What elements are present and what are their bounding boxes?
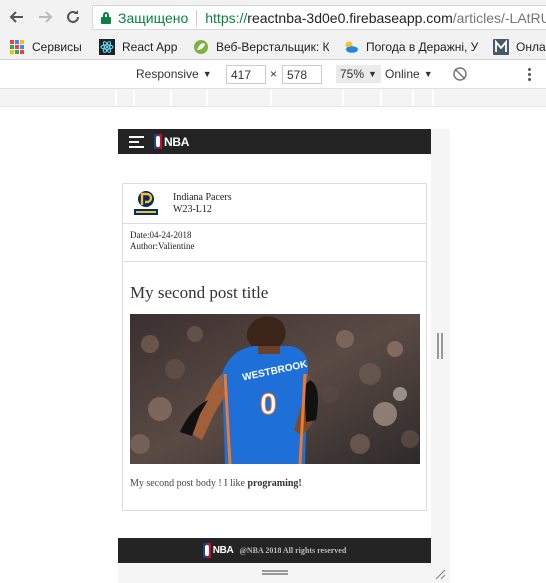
bookmark-react-app[interactable]: React App — [99, 38, 177, 56]
arrow-right-icon — [39, 11, 53, 23]
rotate-icon — [453, 67, 467, 81]
back-button[interactable] — [6, 6, 28, 28]
team-record: W23-L12 — [173, 204, 212, 215]
zoom-select[interactable]: 75% ▼ — [336, 65, 381, 83]
bookmark-weather[interactable]: Погода в Деражні, У — [343, 38, 478, 56]
viewport-height-input[interactable]: 578 — [282, 65, 322, 84]
bookmark-label: Онла — [516, 40, 546, 54]
jersey-number: 0 — [260, 388, 277, 421]
bookmark-label: React App — [122, 40, 178, 54]
resize-corner-icon[interactable] — [434, 568, 446, 580]
forward-button[interactable] — [34, 6, 56, 28]
article-meta: Date:04-24-2018 Author:Valientine — [130, 230, 195, 252]
browser-toolbar: Защищено https://reactnba-3d0e0.firebase… — [0, 0, 546, 34]
bookmark-label: Погода в Деражні, У — [366, 40, 479, 54]
more-options-icon[interactable] — [528, 68, 532, 82]
security-label: Защищено — [118, 9, 189, 26]
leaf-icon — [193, 39, 209, 55]
emulated-page: NBA Indiana Pacers W23-L12 Date:04-24-20… — [118, 129, 431, 563]
url-scheme: https:// — [205, 9, 248, 26]
player-photo: WESTBROOK 0 — [130, 314, 420, 464]
team-name: Indiana Pacers — [173, 192, 232, 203]
dimension-separator: × — [270, 67, 278, 81]
post-body: My second post body ! I like programing! — [130, 478, 302, 489]
device-label: Responsive — [136, 67, 199, 81]
bookmark-label: Веб-Верстальщик: К — [216, 40, 330, 54]
device-select[interactable]: Responsive ▼ — [136, 67, 212, 81]
device-toolbar: Responsive ▼ 417 × 578 75% ▼ Online ▼ — [0, 61, 546, 89]
post-body-text: My second post body ! I like — [130, 478, 248, 489]
nba-shield-icon — [202, 543, 211, 558]
article-date: Date:04-24-2018 — [130, 230, 192, 240]
post-image: WESTBROOK 0 — [130, 314, 420, 464]
bookmark-web-verstalshchik[interactable]: Веб-Верстальщик: К — [193, 38, 330, 56]
lock-icon — [101, 11, 111, 24]
resize-handle-bottom[interactable] — [262, 570, 288, 575]
viewport-width-input[interactable]: 417 — [226, 65, 266, 84]
footer-logo-text: NBA — [212, 545, 234, 556]
resize-handle-right[interactable] — [437, 333, 443, 359]
bookmarks-bar: Сервисы React App Веб-Верстальщик: К Пог… — [0, 34, 546, 60]
nba-shield-icon — [154, 134, 162, 149]
zoom-label: 75% — [340, 67, 365, 81]
url-host: reactnba-3d0e0.firebaseapp.com — [247, 9, 453, 26]
m-icon — [493, 39, 509, 55]
team-header: Indiana Pacers W23-L12 — [123, 184, 426, 224]
apps-grid-icon — [9, 39, 25, 55]
post-title: My second post title — [130, 283, 269, 302]
bookmark-label: Сервисы — [32, 40, 82, 54]
divider — [123, 261, 426, 262]
nba-logo-text: NBA — [164, 134, 190, 149]
dropdown-arrow-icon: ▼ — [368, 69, 377, 79]
media-query-bar[interactable] — [0, 89, 546, 107]
react-icon — [99, 39, 115, 55]
nba-logo[interactable]: NBA — [154, 134, 189, 149]
reload-button[interactable] — [62, 6, 84, 28]
copyright-text: @NBA 2018 All rights reserved — [239, 546, 347, 555]
separator — [196, 9, 198, 26]
throttle-select[interactable]: Online ▼ — [385, 67, 433, 81]
rotate-button[interactable] — [452, 66, 468, 82]
article-card: Indiana Pacers W23-L12 Date:04-24-2018 A… — [122, 183, 427, 511]
site-header: NBA — [118, 129, 431, 154]
arrow-left-icon — [9, 11, 23, 23]
site-footer: NBA @NBA 2018 All rights reserved — [118, 538, 431, 563]
bookmark-online[interactable]: Онла — [493, 38, 546, 56]
reload-icon — [67, 10, 79, 23]
weather-icon — [343, 39, 359, 55]
dropdown-arrow-icon: ▼ — [423, 69, 433, 79]
url-path: /articles/-LAtRU — [452, 9, 546, 26]
article-author: Author:Valientine — [130, 241, 195, 251]
pacers-logo-icon — [132, 190, 160, 215]
menu-icon[interactable] — [129, 136, 144, 148]
address-bar[interactable]: Защищено https://reactnba-3d0e0.firebase… — [92, 5, 546, 30]
footer-nba-logo[interactable]: NBA — [202, 543, 234, 558]
bookmark-apps[interactable]: Сервисы — [9, 38, 82, 56]
dropdown-arrow-icon: ▼ — [202, 69, 212, 79]
post-body-bold: programing! — [247, 478, 302, 489]
throttle-label: Online — [385, 67, 420, 81]
